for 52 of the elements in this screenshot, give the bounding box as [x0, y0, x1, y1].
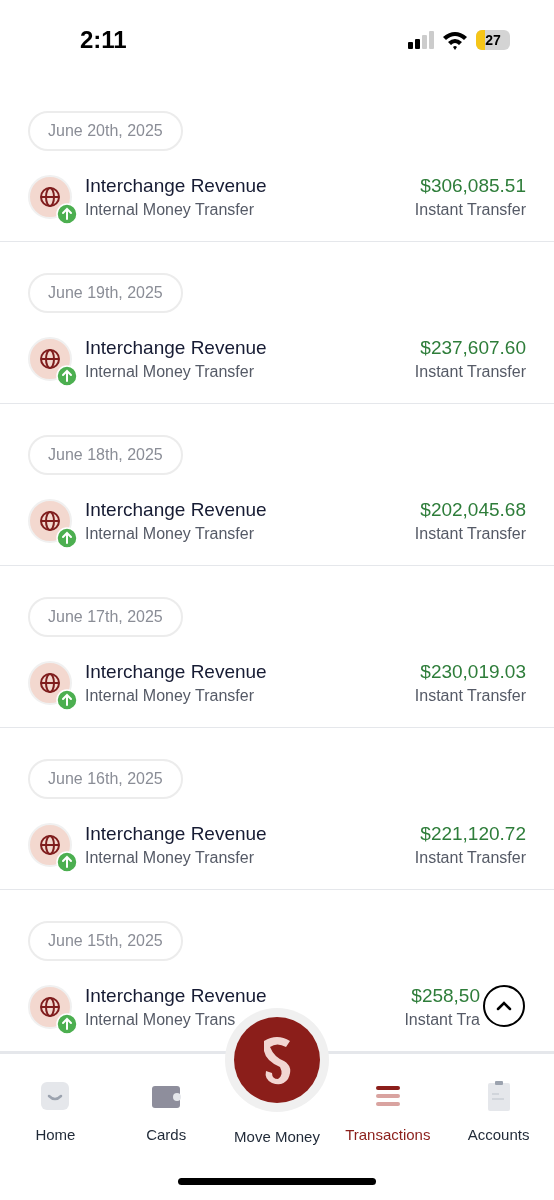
date-pill: June 15th, 2025 [28, 921, 183, 961]
transaction-subtitle: Internal Money Transfer [85, 848, 255, 868]
wifi-icon [442, 30, 468, 50]
transaction-amount: $202,045.68 [420, 498, 526, 522]
home-icon [40, 1081, 71, 1111]
list-icon [374, 1085, 401, 1107]
signal-icon [408, 31, 434, 49]
nav-tab[interactable]: Move Money [234, 1126, 320, 1149]
date-pill: June 16th, 2025 [28, 759, 183, 799]
nav-tab[interactable]: Transactions [345, 1078, 431, 1147]
date-pill: June 20th, 2025 [28, 111, 183, 151]
clipboard-icon [486, 1080, 511, 1112]
nav-tab[interactable]: Home [35, 1078, 76, 1147]
battery-indicator: 27 [476, 30, 510, 50]
logo-icon [234, 1017, 320, 1103]
wallet-icon [151, 1083, 182, 1109]
date-pill: June 17th, 2025 [28, 597, 183, 637]
arrow-up-icon [56, 527, 78, 549]
nav-tab[interactable]: Accounts [467, 1078, 530, 1147]
transaction-amount: $221,120.72 [420, 822, 526, 846]
transaction-title: Interchange Revenue [85, 660, 268, 684]
transaction-method: Instant Transfer [414, 848, 526, 868]
arrow-up-icon [56, 1013, 78, 1035]
scroll-top-button[interactable] [483, 985, 525, 1027]
transaction-subtitle: Internal Money Transfer [85, 524, 255, 544]
transaction-method: Instant Tra [404, 1010, 480, 1030]
chevron-up-icon [496, 1001, 512, 1011]
transaction-title: Interchange Revenue [85, 174, 268, 198]
transaction-subtitle: Internal Money Trans [85, 1010, 237, 1030]
transaction-subtitle: Internal Money Transfer [85, 200, 255, 220]
transaction-subtitle: Internal Money Transfer [85, 686, 255, 706]
arrow-up-icon [56, 203, 78, 225]
transaction-method: Instant Transfer [414, 362, 526, 382]
arrow-up-icon [56, 851, 78, 873]
transaction-amount: $306,085.51 [420, 174, 526, 198]
transaction-method: Instant Transfer [414, 686, 526, 706]
arrow-up-icon [56, 365, 78, 387]
transaction-method: Instant Transfer [414, 200, 526, 220]
transaction-method: Instant Transfer [414, 524, 526, 544]
date-pill: June 19th, 2025 [28, 273, 183, 313]
transaction-title: Interchange Revenue [85, 336, 268, 360]
nav-tab[interactable]: Cards [146, 1078, 187, 1147]
transaction-title: Interchange Revenue [85, 984, 268, 1008]
status-time: 2:11 [80, 25, 127, 55]
transaction-title: Interchange Revenue [85, 822, 268, 846]
transaction-amount: $237,607.60 [420, 336, 526, 360]
transaction-amount: $230,019.03 [420, 660, 526, 684]
arrow-up-icon [56, 689, 78, 711]
transaction-subtitle: Internal Money Transfer [85, 362, 255, 382]
transaction-amount: $258,50 [411, 984, 480, 1008]
transaction-title: Interchange Revenue [85, 498, 268, 522]
date-pill: June 18th, 2025 [28, 435, 183, 475]
